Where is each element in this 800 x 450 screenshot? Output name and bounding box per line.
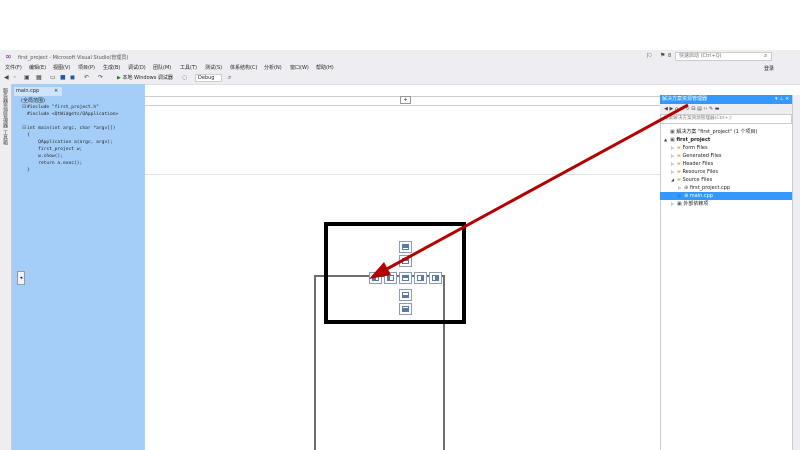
arrow-shaft [384, 103, 689, 272]
annotation-arrow [369, 103, 689, 279]
arrow-head [369, 262, 391, 279]
